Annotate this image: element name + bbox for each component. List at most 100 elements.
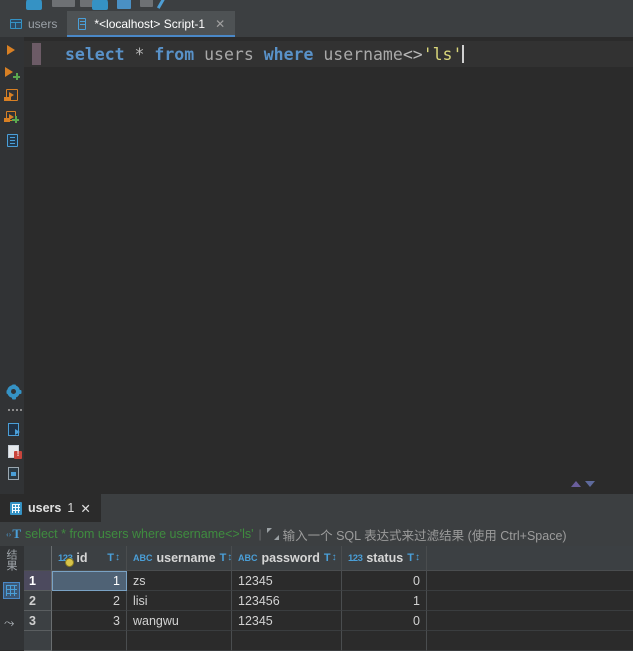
cell-empty-password	[232, 631, 342, 651]
result-tab-count: 1	[67, 501, 75, 515]
cell-username-3[interactable]: wangwu	[127, 611, 232, 631]
toolbar-icon-dot-e[interactable]	[140, 0, 153, 7]
tab-users-table[interactable]: users	[0, 11, 67, 37]
cell-empty-username	[127, 631, 232, 651]
editor-fold-markers[interactable]	[571, 480, 605, 490]
run-statement-add-icon[interactable]	[4, 65, 20, 81]
editor-tab-bar: users *<localhost> Script-1 ✕	[0, 11, 633, 37]
sort-control-password[interactable]: T ↕	[324, 552, 337, 564]
grid-header-row: 123 id T ↕ ABC username T ↕ ABC password T…	[24, 546, 633, 571]
marker-down-icon	[585, 481, 595, 487]
result-grid[interactable]: 123 id T ↕ ABC username T ↕ ABC password T…	[24, 546, 633, 651]
ide-window: users *<localhost> Script-1 ✕ ! select *…	[0, 0, 633, 651]
image-document-icon[interactable]	[4, 465, 20, 481]
editor-left-gutter: !	[0, 37, 24, 494]
cell-status-3[interactable]: 0	[342, 611, 427, 631]
row-number-1[interactable]: 1	[24, 571, 52, 591]
cell-filler-2	[427, 591, 633, 611]
results-vertical-label: 结果	[5, 549, 17, 571]
cell-filler-1	[427, 571, 633, 591]
column-header-status[interactable]: 123 status T ↕	[342, 546, 427, 571]
result-filter-bar[interactable]: ‹› T select * from users where username<>…	[0, 522, 633, 547]
cell-password-1[interactable]: 12345	[232, 571, 342, 591]
more-dots-icon[interactable]	[4, 403, 22, 419]
sort-control-id[interactable]: T ↕	[107, 552, 120, 564]
cell-empty-status	[342, 631, 427, 651]
cell-status-2[interactable]: 1	[342, 591, 427, 611]
console-icon	[77, 18, 88, 30]
primary-key-icon	[65, 557, 75, 567]
cell-password-3[interactable]: 12345	[232, 611, 342, 631]
column-header-password[interactable]: ABC password T ↕	[232, 546, 342, 571]
toolbar-icon-table[interactable]	[117, 0, 131, 9]
error-document-icon[interactable]: !	[4, 443, 22, 459]
column-header-username[interactable]: ABC username T ↕	[127, 546, 232, 571]
type-icon-text-username: ABC	[133, 553, 153, 563]
transpose-icon[interactable]	[4, 616, 19, 634]
result-tab-close-icon[interactable]: ✕	[80, 501, 90, 516]
results-tab-bar: users 1 ✕	[0, 494, 633, 522]
cell-filler-3	[427, 611, 633, 631]
table-row[interactable]: 3 3 wangwu 12345 0	[24, 611, 633, 631]
data-grid-icon[interactable]	[3, 582, 20, 599]
cell-empty-id	[52, 631, 127, 651]
row-number-empty	[24, 631, 52, 651]
cell-username-1[interactable]: zs	[127, 571, 232, 591]
type-icon-number-status: 123	[348, 552, 363, 564]
table-row[interactable]: 2 2 lisi 123456 1	[24, 591, 633, 611]
cell-id-2[interactable]: 2	[52, 591, 127, 611]
run-script-add-icon[interactable]	[4, 109, 20, 125]
grid-empty-row	[24, 631, 633, 651]
results-side-strip: 结果	[0, 546, 24, 650]
toolbar-icon-database[interactable]	[26, 0, 42, 10]
cell-username-2[interactable]: lisi	[127, 591, 232, 611]
tab-close-icon[interactable]: ✕	[215, 18, 225, 30]
current-line-highlight: select * from users where username<>'ls'	[24, 41, 633, 67]
cell-password-2[interactable]: 123456	[232, 591, 342, 611]
tab-users-label: users	[28, 17, 58, 31]
result-tab-users[interactable]: users 1 ✕	[0, 494, 101, 522]
open-script-icon[interactable]	[4, 132, 20, 148]
table-row[interactable]: 1 1 zs 12345 0	[24, 571, 633, 591]
token-keyword-select: select	[65, 44, 125, 64]
db-table-icon	[10, 19, 22, 29]
type-icon-number: 123	[58, 553, 75, 567]
row-number-header	[24, 546, 52, 571]
tab-script-1[interactable]: *<localhost> Script-1 ✕	[67, 11, 236, 37]
filter-text-icon: ‹› T	[6, 526, 21, 541]
sql-code: select * from users where username<>'ls'	[65, 44, 464, 64]
cell-status-1[interactable]: 0	[342, 571, 427, 591]
column-label-username: username	[156, 551, 216, 565]
run-script-icon[interactable]	[4, 87, 20, 103]
cell-id-3[interactable]: 3	[52, 611, 127, 631]
main-toolbar-cutoff	[0, 0, 633, 11]
token-star: *	[134, 44, 145, 64]
tab-script-1-label: *<localhost> Script-1	[94, 17, 206, 31]
cell-id-1[interactable]: 1	[52, 571, 127, 591]
toolbar-icon-dot-c[interactable]	[62, 0, 75, 7]
sql-editor[interactable]: select * from users where username<>'ls'	[24, 37, 633, 494]
column-header-filler	[427, 546, 633, 571]
token-keyword-from: from	[154, 44, 195, 64]
text-caret	[462, 44, 464, 63]
token-operator-neq: <>	[402, 44, 423, 64]
row-number-3[interactable]: 3	[24, 611, 52, 631]
column-label-password: password	[261, 551, 320, 565]
token-table-users: users	[204, 44, 254, 64]
marker-up-icon	[571, 481, 581, 487]
run-statement-icon[interactable]	[4, 43, 20, 59]
sort-control-status[interactable]: T ↕	[407, 552, 420, 564]
toolbar-icon-db2[interactable]	[92, 0, 108, 10]
column-label-id: id	[76, 551, 88, 565]
expand-icon[interactable]	[266, 528, 279, 540]
type-icon-text-password: ABC	[238, 553, 258, 563]
statement-marker	[32, 43, 41, 65]
token-column-username: username	[323, 44, 403, 64]
result-tab-label: users	[28, 501, 62, 515]
column-header-id[interactable]: 123 id T ↕	[52, 546, 127, 571]
settings-gear-icon[interactable]	[4, 383, 20, 399]
sort-control-username[interactable]: T ↕	[220, 552, 231, 564]
row-number-2[interactable]: 2	[24, 591, 52, 611]
export-data-icon[interactable]	[4, 421, 20, 437]
toolbar-icon-wrench[interactable]	[156, 0, 167, 9]
